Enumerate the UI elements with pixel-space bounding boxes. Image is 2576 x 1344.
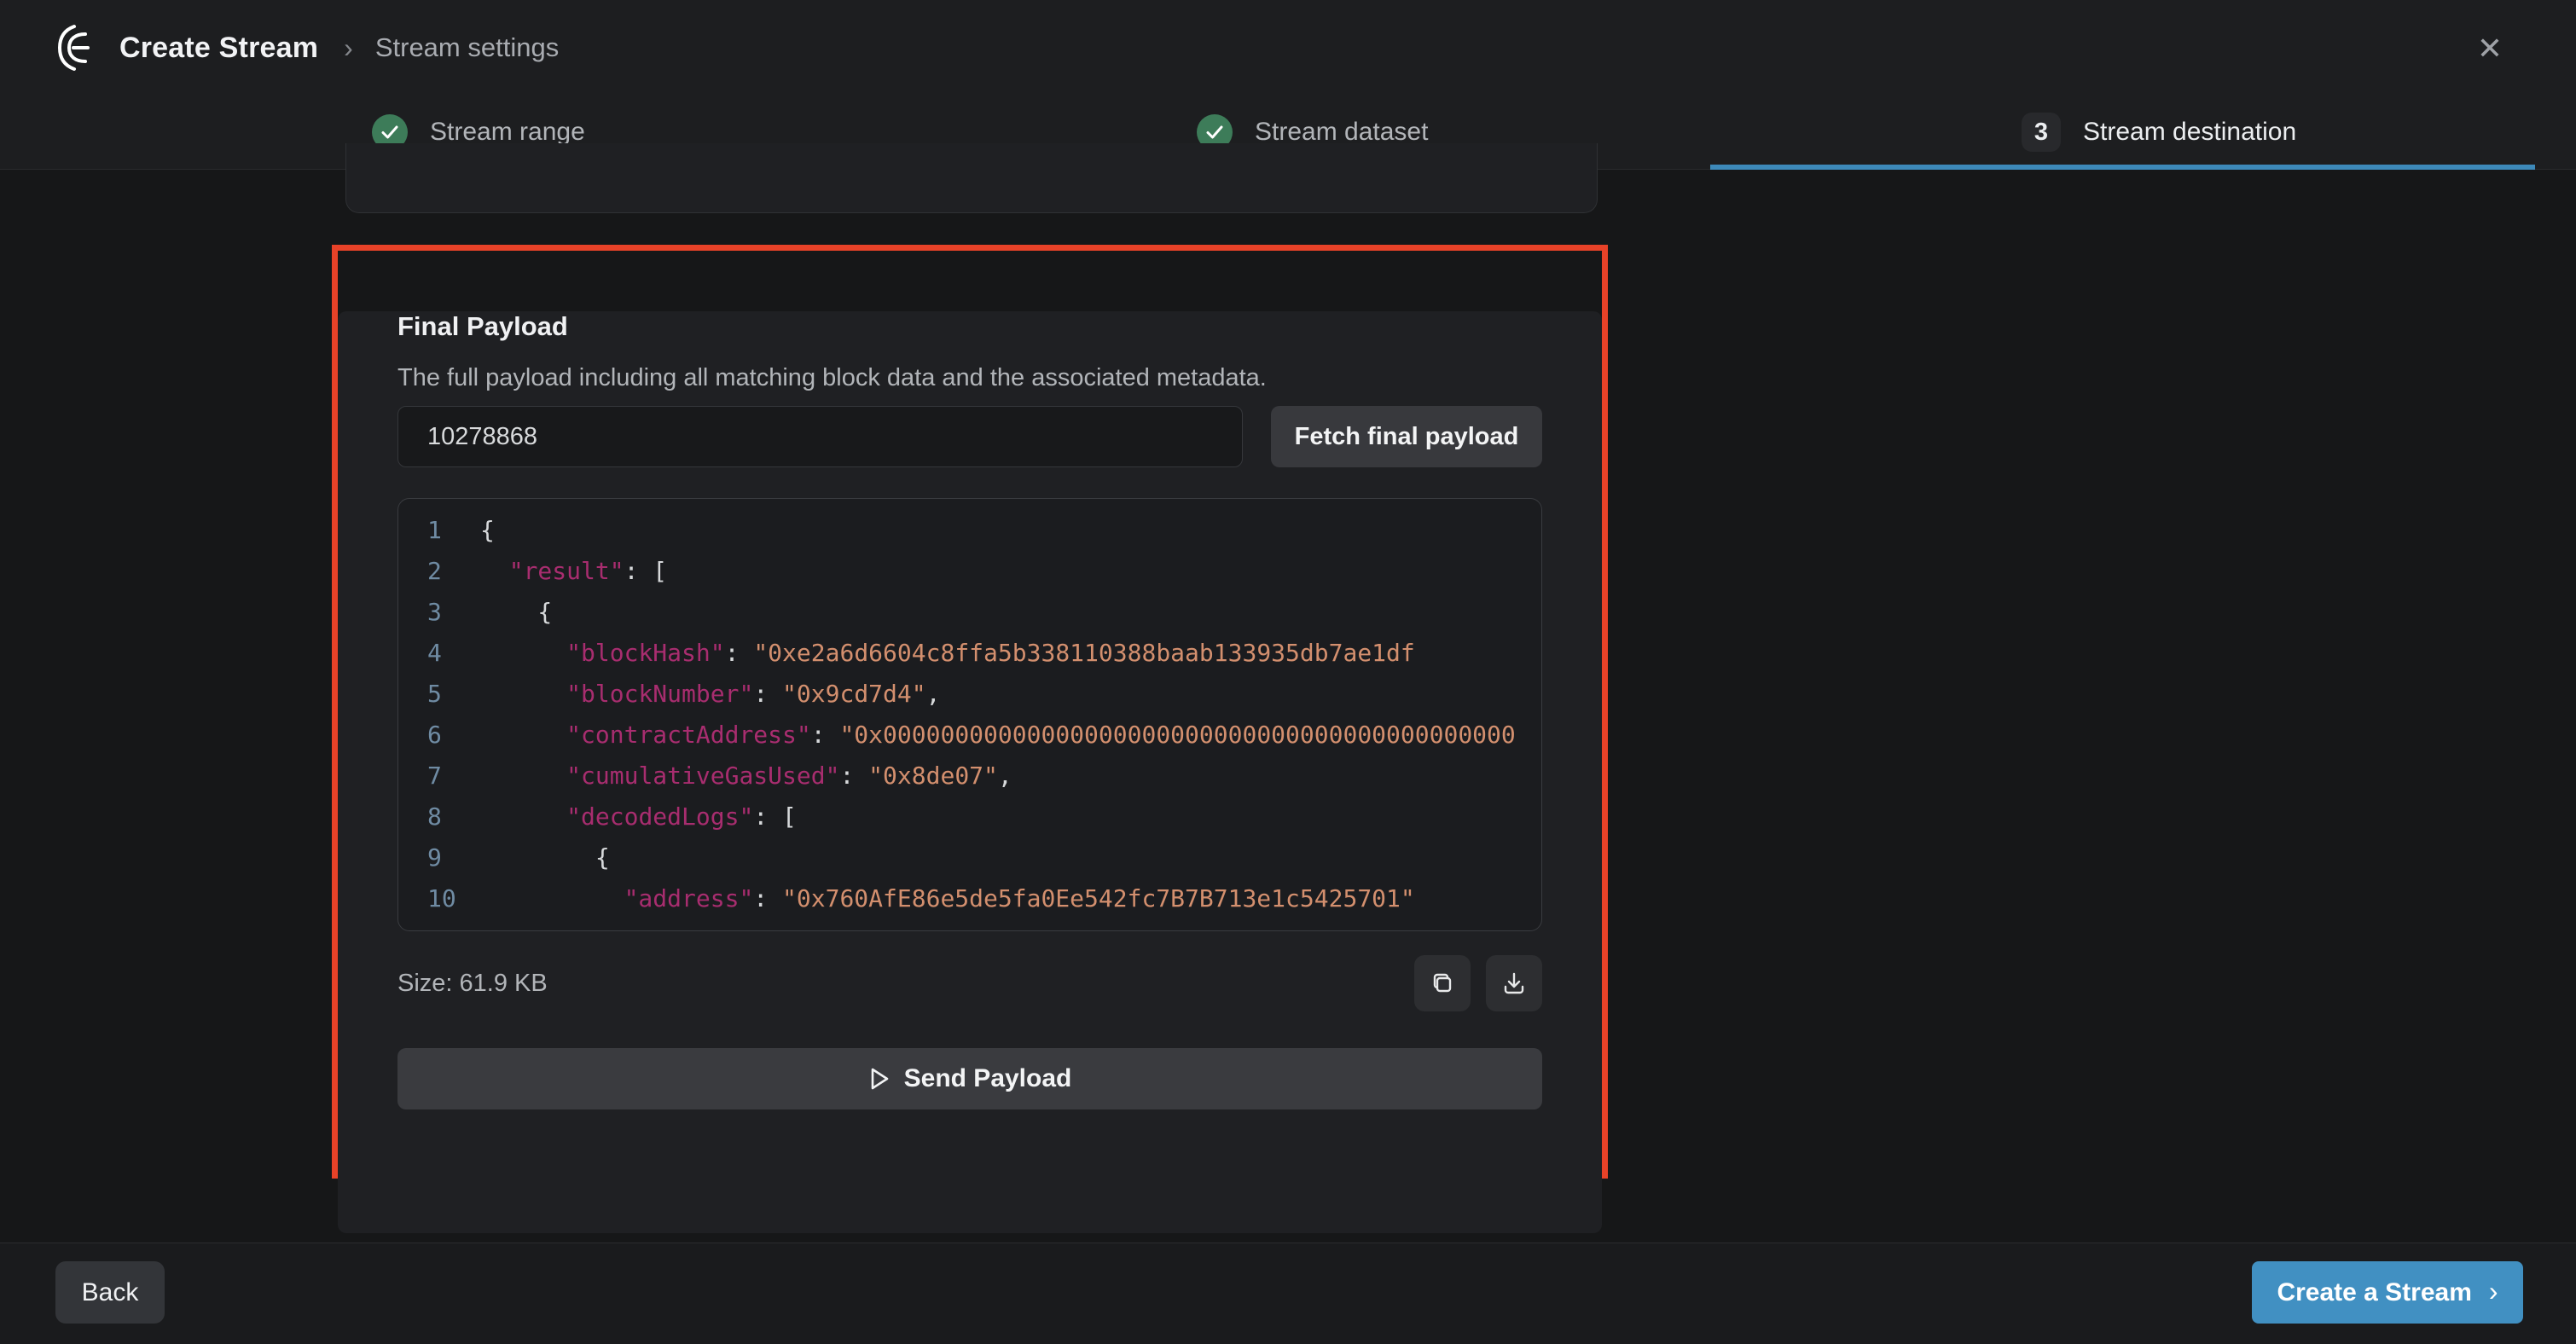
code-lines: 1{2 "result": [3 {4 "blockHash": "0xe2a6…: [427, 510, 1541, 919]
block-input-row: Fetch final payload: [397, 406, 1542, 467]
code-line: 1{: [427, 510, 1541, 551]
breadcrumb: Stream settings: [375, 32, 559, 63]
code-line: 9 {: [427, 837, 1541, 878]
section-description: The full payload including all matching …: [397, 364, 1542, 392]
main-content: Final Payload The full payload including…: [0, 171, 2576, 1243]
active-tab-underline: [1710, 165, 2535, 170]
page-title: Create Stream: [119, 32, 318, 65]
back-button[interactable]: Back: [55, 1261, 165, 1324]
step-label: Stream dataset: [1255, 118, 1428, 147]
code-line: 5 "blockNumber": "0x9cd7d4",: [427, 674, 1541, 715]
highlight-annotation-box: Final Payload The full payload including…: [332, 245, 1608, 1179]
app-logo-icon: [56, 23, 102, 72]
code-line: 2 "result": [: [427, 551, 1541, 592]
block-number-input[interactable]: [397, 406, 1243, 467]
code-line: 10 "address": "0x760AfE86e5de5fa0Ee542fc…: [427, 878, 1541, 919]
download-icon: [1500, 970, 1528, 997]
payload-size-label: Size: 61.9 KB: [397, 970, 548, 998]
code-line: 3 {: [427, 592, 1541, 633]
code-line: 6 "contractAddress": "0x0000000000000000…: [427, 715, 1541, 756]
copy-button[interactable]: [1414, 955, 1471, 1011]
footer-bar: Back Create a Stream ›: [0, 1243, 2576, 1344]
download-button[interactable]: [1486, 955, 1542, 1011]
send-payload-button[interactable]: Send Payload: [397, 1048, 1542, 1109]
payload-meta-row: Size: 61.9 KB: [397, 955, 1542, 1011]
create-stream-window: Create Stream › Stream settings ✕ Stream…: [0, 0, 2576, 1344]
code-line: 4 "blockHash": "0xe2a6d6604c8ffa5b338110…: [427, 633, 1541, 674]
payload-action-buttons: [1414, 955, 1542, 1011]
play-icon: [868, 1067, 891, 1091]
header-bar: Create Stream › Stream settings ✕: [0, 0, 2576, 96]
breadcrumb-chevron-icon: ›: [344, 34, 353, 61]
code-line: 8 "decodedLogs": [: [427, 797, 1541, 837]
step-stream-destination[interactable]: 3 Stream destination: [1710, 96, 2535, 169]
step-label: Stream range: [430, 118, 585, 147]
step-label: Stream destination: [2083, 118, 2296, 147]
final-payload-section: Final Payload The full payload including…: [338, 311, 1602, 1233]
close-icon[interactable]: ✕: [2470, 29, 2509, 68]
code-line: 7 "cumulativeGasUsed": "0x8de07",: [427, 756, 1541, 797]
section-title: Final Payload: [397, 311, 1542, 342]
step-number-badge: 3: [2022, 113, 2061, 152]
payload-code-viewer[interactable]: 1{2 "result": [3 {4 "blockHash": "0xe2a6…: [397, 498, 1542, 931]
create-stream-button[interactable]: Create a Stream ›: [2252, 1261, 2523, 1324]
send-payload-label: Send Payload: [904, 1064, 1072, 1093]
previous-section-card-bottom: [345, 143, 1598, 213]
create-stream-label: Create a Stream: [2277, 1278, 2471, 1307]
chevron-right-icon: ›: [2489, 1276, 2498, 1307]
fetch-final-payload-button[interactable]: Fetch final payload: [1271, 406, 1542, 467]
copy-icon: [1429, 970, 1456, 997]
